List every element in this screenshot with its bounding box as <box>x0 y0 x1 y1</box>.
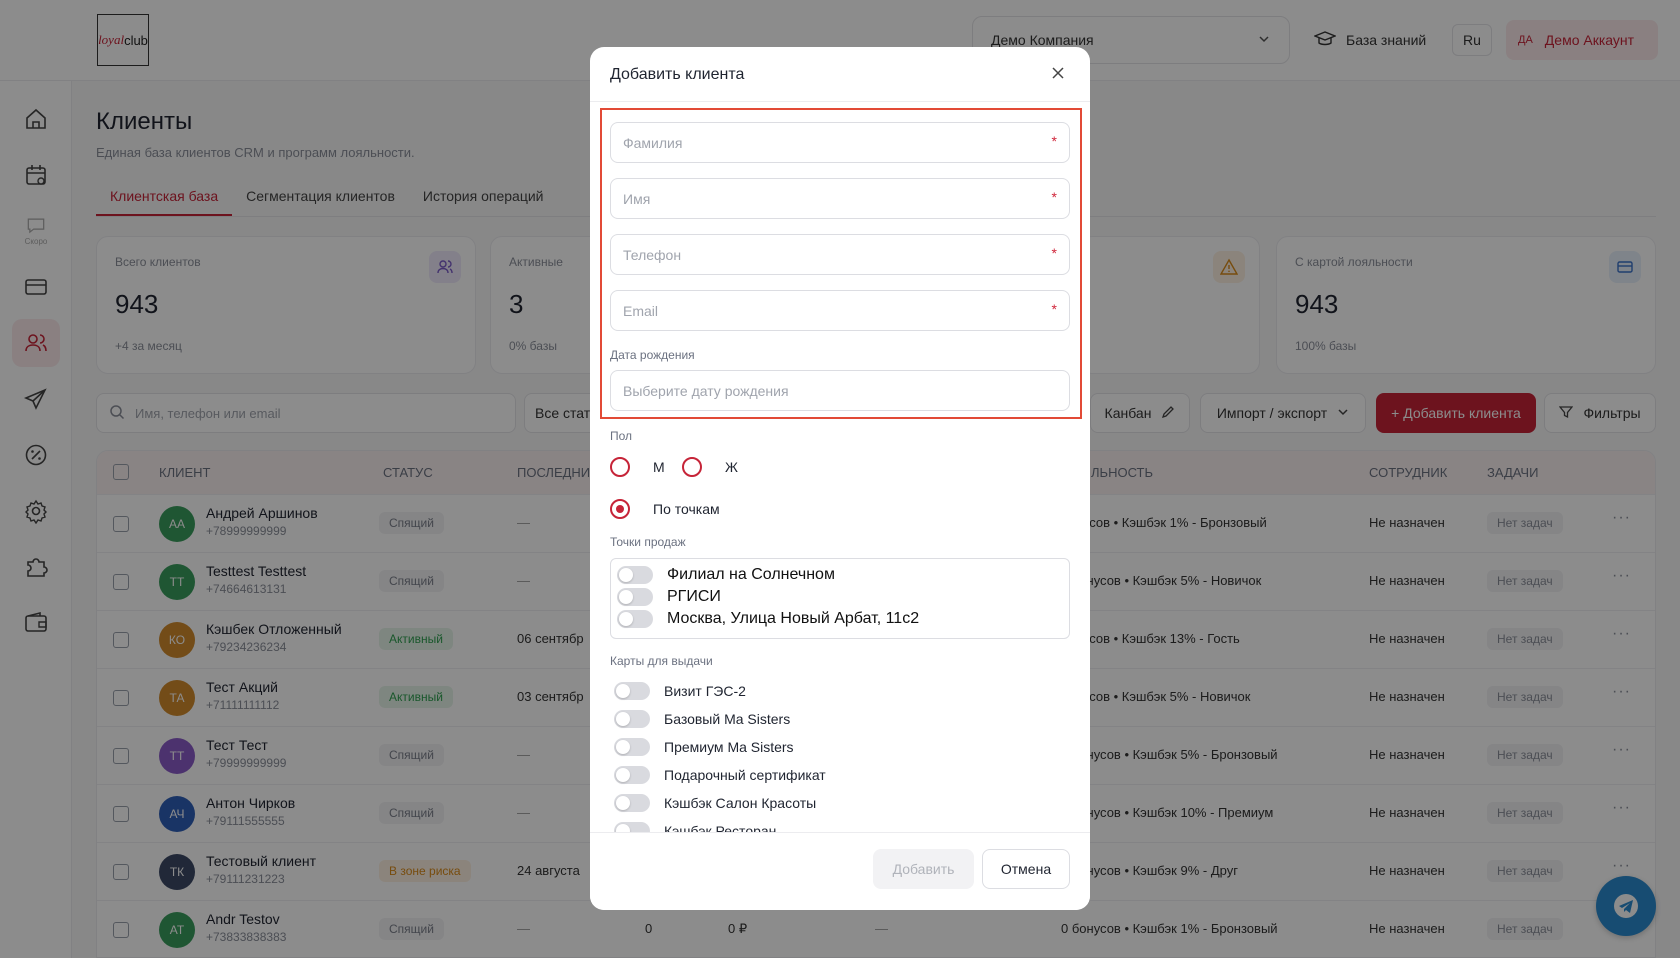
phone-field[interactable]: Телефон * <box>610 234 1070 275</box>
required-mark: * <box>1051 189 1057 205</box>
card-item[interactable]: Премиум Ma Sisters <box>614 738 794 756</box>
lastname-field[interactable]: Фамилия * <box>610 122 1070 163</box>
card-item[interactable]: Базовый Ma Sisters <box>614 710 790 728</box>
modal-footer: Добавить Отмена <box>590 832 1090 910</box>
gender-label: Пол <box>610 429 633 443</box>
by-points-label: По точкам <box>653 501 720 517</box>
point-item[interactable]: РГИСИ <box>617 588 721 606</box>
gender-m-label: М <box>653 459 665 475</box>
toggle-switch[interactable] <box>614 738 650 756</box>
points-list: Филиал на Солнечном РГИСИ Москва, Улица … <box>610 558 1070 639</box>
add-client-modal: Добавить клиента Фамилия * Имя * Телефон… <box>590 47 1090 910</box>
point-item[interactable]: Филиал на Солнечном <box>617 566 835 584</box>
cancel-button[interactable]: Отмена <box>982 849 1070 889</box>
point-item[interactable]: Москва, Улица Новый Арбат, 11с2 <box>617 610 919 628</box>
modal-title: Добавить клиента <box>610 66 745 83</box>
gender-m-radio[interactable] <box>610 457 630 477</box>
close-icon[interactable] <box>1046 61 1070 85</box>
birthdate-label: Дата рождения <box>610 348 695 362</box>
toggle-switch[interactable] <box>617 566 653 584</box>
toggle-switch[interactable] <box>614 794 650 812</box>
modal-header: Добавить клиента <box>590 47 1090 102</box>
required-mark: * <box>1051 301 1057 317</box>
add-button[interactable]: Добавить <box>873 849 974 889</box>
card-item[interactable]: Подарочный сертификат <box>614 766 826 784</box>
card-item[interactable]: Кэшбэк Салон Красоты <box>614 794 816 812</box>
card-item[interactable]: Визит ГЭС-2 <box>614 682 746 700</box>
toggle-switch[interactable] <box>614 682 650 700</box>
by-points-radio[interactable] <box>610 499 630 519</box>
birthdate-picker[interactable]: Выберите дату рождения <box>610 370 1070 411</box>
cards-label: Карты для выдачи <box>610 654 713 668</box>
toggle-switch[interactable] <box>614 710 650 728</box>
toggle-switch[interactable] <box>617 588 653 606</box>
firstname-field[interactable]: Имя * <box>610 178 1070 219</box>
toggle-switch[interactable] <box>617 610 653 628</box>
required-mark: * <box>1051 133 1057 149</box>
gender-f-label: Ж <box>725 459 738 475</box>
email-field[interactable]: Email * <box>610 290 1070 331</box>
points-label: Точки продаж <box>610 535 686 549</box>
required-mark: * <box>1051 245 1057 261</box>
gender-f-radio[interactable] <box>682 457 702 477</box>
toggle-switch[interactable] <box>614 766 650 784</box>
